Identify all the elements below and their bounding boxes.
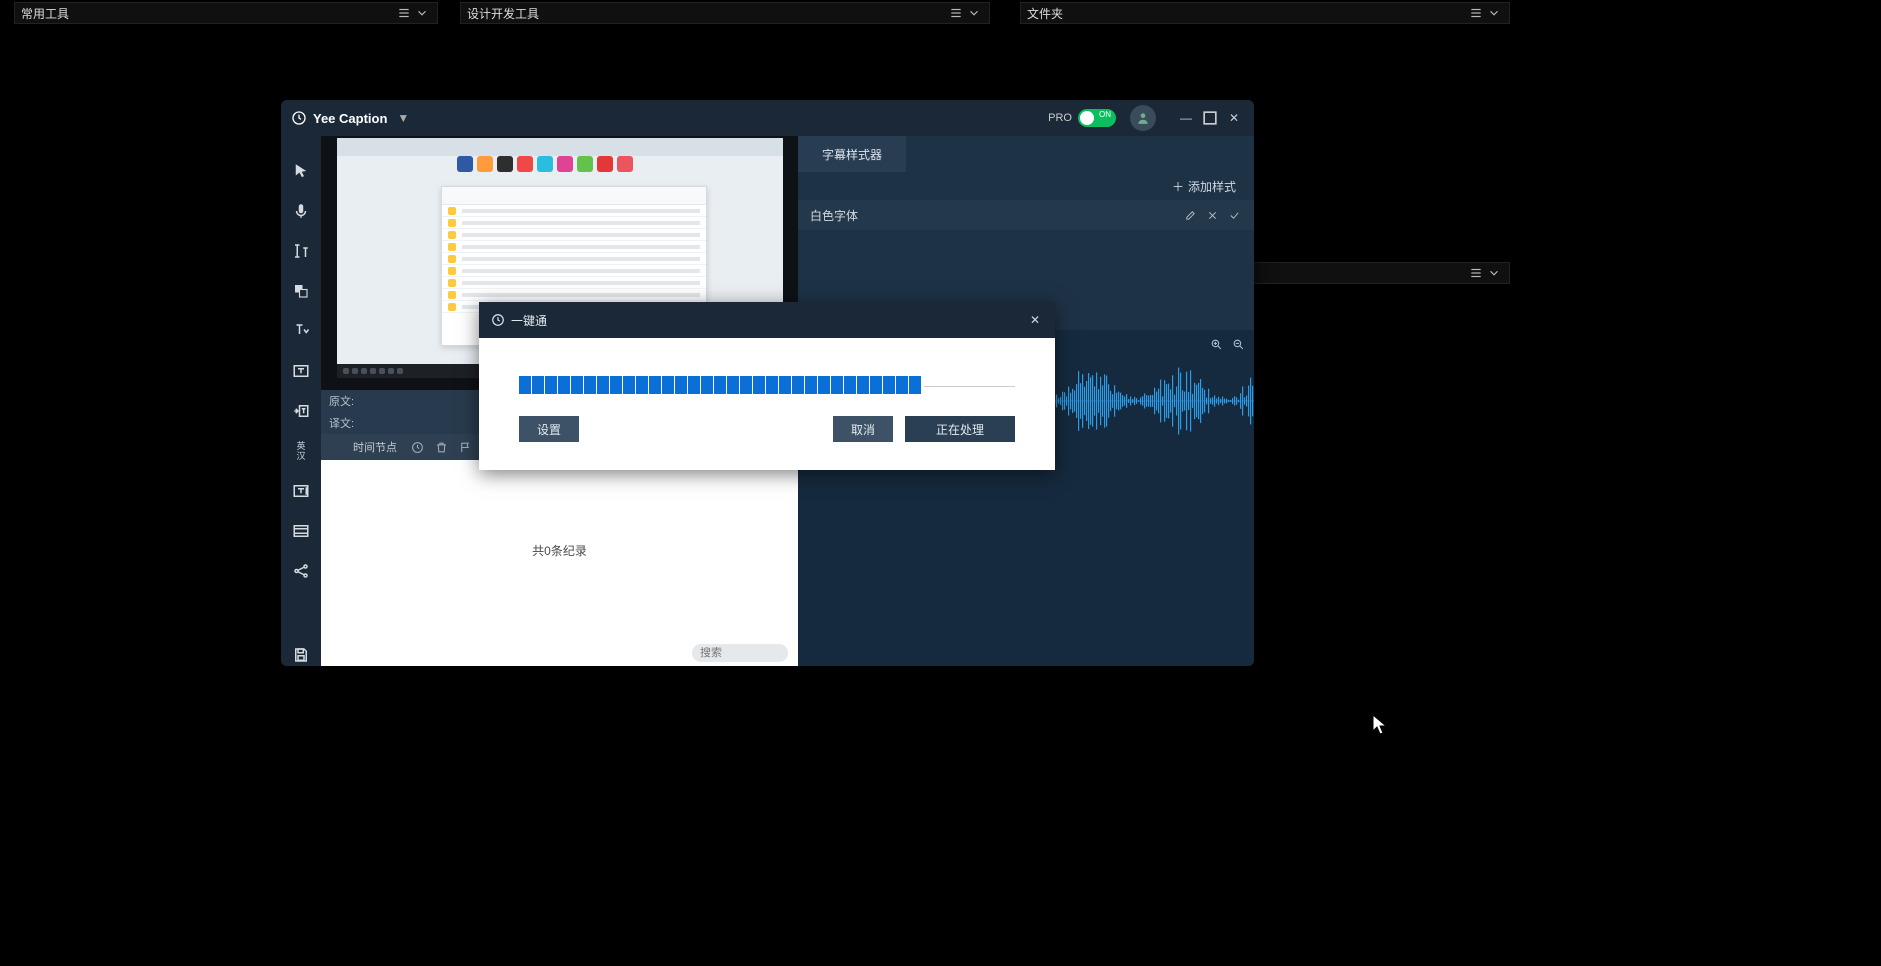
search-box[interactable] [692,644,788,662]
list-icon[interactable] [395,4,413,22]
add-style-button[interactable]: ＋ 添加样式 [798,172,1254,200]
dock-panel-extra [1248,262,1510,284]
progress-dialog: 一键通 ✕ 设置 取消 正在处理 [479,302,1055,470]
dock-label: 常用工具 [21,5,395,22]
right-tab-row: 字幕样式器 [798,136,1254,172]
close-button[interactable]: ✕ [1224,108,1244,128]
app-title: Yee Caption [313,111,387,126]
dock-label: 设计开发工具 [467,5,947,22]
film-icon[interactable] [290,520,312,542]
maximize-button[interactable] [1200,108,1220,128]
zoom-out-icon[interactable] [1230,336,1246,352]
mic-text-icon[interactable] [290,320,312,342]
pro-label: PRO [1048,112,1072,124]
save-icon[interactable] [290,644,312,666]
text-cursor-icon[interactable] [290,480,312,502]
dialog-title: 一键通 [511,312,547,329]
empty-records-label: 共0条纪录 [321,460,798,640]
chevron-down-icon[interactable] [1485,4,1503,22]
left-tool-rail: 英汉 [281,136,321,666]
pro-toggle[interactable]: ON [1078,109,1116,127]
chevron-down-icon[interactable] [413,4,431,22]
title-bar: Yee Caption ▼ PRO ON — ✕ [281,100,1254,136]
list-icon[interactable] [1467,4,1485,22]
list-icon[interactable] [947,4,965,22]
minimize-button[interactable]: — [1176,108,1196,128]
dialog-close-icon[interactable]: ✕ [1027,312,1043,328]
dialog-header: 一键通 ✕ [479,302,1055,338]
processing-button[interactable]: 正在处理 [905,416,1015,442]
chevron-down-icon[interactable] [1485,264,1503,282]
text-box-icon[interactable] [290,360,312,382]
settings-button[interactable]: 设置 [519,416,579,442]
cancel-button[interactable]: 取消 [833,416,893,442]
flag-icon[interactable] [457,439,473,455]
delete-x-icon[interactable] [1204,207,1220,223]
app-logo[interactable]: Yee Caption [291,110,387,126]
progress-bar [519,376,1015,396]
check-icon[interactable] [1226,207,1242,223]
list-icon[interactable] [1467,264,1485,282]
dock-panel-folders: 文件夹 [1020,2,1510,24]
title-dropdown-icon[interactable]: ▼ [397,111,409,125]
dock-panel-dev-tools: 设计开发工具 [460,2,990,24]
history-icon [491,313,505,327]
trash-icon[interactable] [433,439,449,455]
mouse-cursor-icon [1372,714,1388,739]
dock-panel-common-tools: 常用工具 [14,2,438,24]
insert-text-icon[interactable] [290,400,312,422]
layers-icon[interactable] [290,280,312,302]
microphone-icon[interactable] [290,200,312,222]
tab-caption-style[interactable]: 字幕样式器 [798,136,906,172]
col-time: 时间节点 [329,439,401,455]
cursor-tool-icon[interactable] [290,160,312,182]
clock-icon[interactable] [409,439,425,455]
chevron-down-icon[interactable] [965,4,983,22]
user-avatar[interactable] [1130,105,1156,131]
text-height-icon[interactable] [290,240,312,262]
translate-en-cn-icon[interactable]: 英汉 [290,440,312,462]
zoom-in-icon[interactable] [1208,336,1224,352]
share-icon[interactable] [290,560,312,582]
dock-label: 文件夹 [1027,5,1467,22]
style-item-white-font[interactable]: 白色字体 [798,200,1254,230]
plus-icon: ＋ [1172,178,1184,195]
subtitle-table: 共0条纪录 [321,460,798,666]
edit-icon[interactable] [1182,207,1198,223]
